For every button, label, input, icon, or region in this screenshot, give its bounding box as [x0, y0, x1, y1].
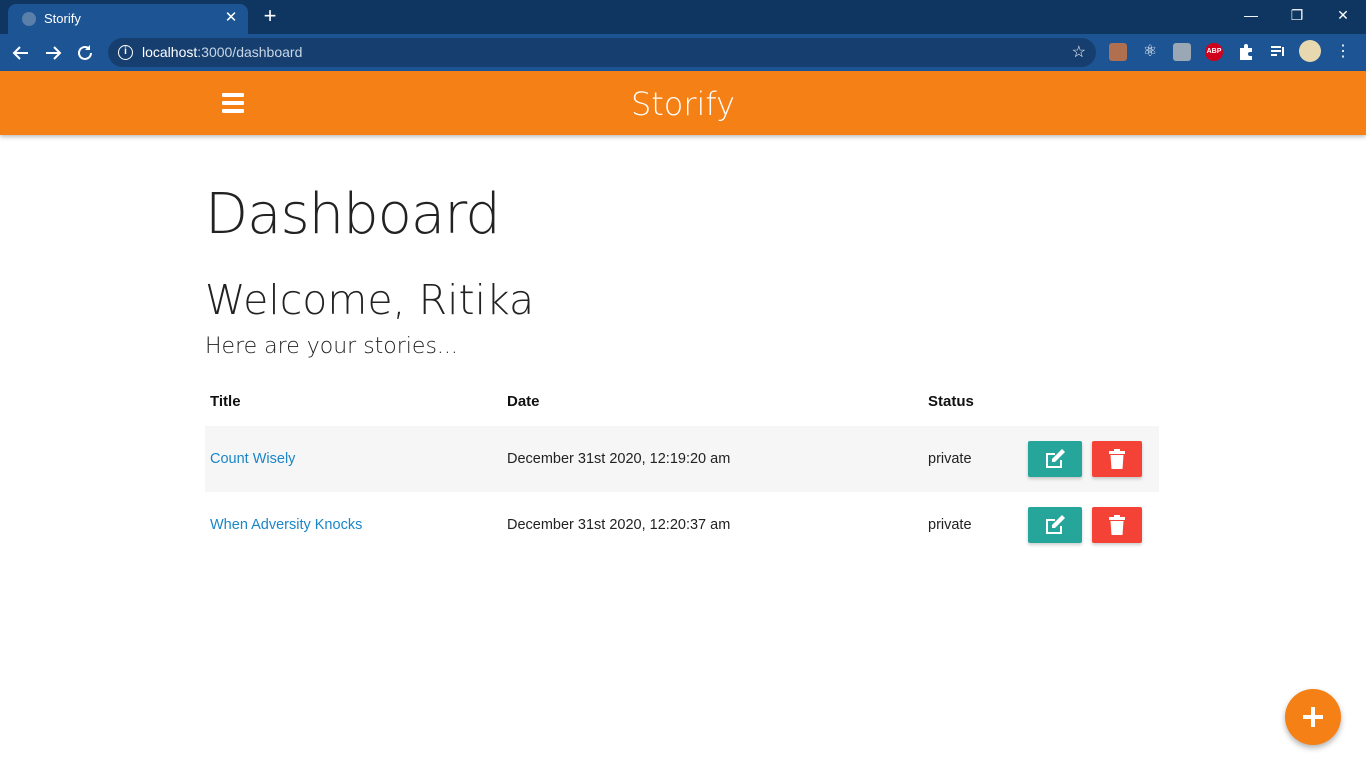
- header-actions: [1023, 376, 1159, 426]
- story-title-cell: When Adversity Knocks: [205, 492, 502, 558]
- reload-icon: [78, 45, 92, 60]
- story-link[interactable]: Count Wisely: [210, 451, 295, 467]
- restore-button[interactable]: ❐: [1274, 0, 1320, 30]
- address-bar[interactable]: i localhost:3000/dashboard ☆: [108, 38, 1096, 67]
- url-host: localhost: [142, 44, 198, 60]
- edit-icon: [1046, 449, 1065, 468]
- playlist-icon[interactable]: [1269, 43, 1287, 61]
- edit-button[interactable]: [1028, 507, 1082, 543]
- story-title-cell: Count Wisely: [205, 426, 502, 492]
- adblock-icon[interactable]: ABP: [1205, 43, 1223, 61]
- extension-icon[interactable]: [1173, 43, 1191, 61]
- back-button[interactable]: [8, 40, 34, 66]
- minimize-button[interactable]: —: [1228, 0, 1274, 30]
- story-actions: [1023, 426, 1159, 492]
- trash-icon: [1109, 515, 1125, 535]
- welcome-heading: Welcome, Ritika: [205, 276, 535, 324]
- table-row: When Adversity Knocks December 31st 2020…: [205, 492, 1159, 558]
- arrow-left-icon: [12, 46, 28, 60]
- plus-icon: [1303, 707, 1323, 727]
- info-icon[interactable]: i: [118, 45, 133, 60]
- browser-tab[interactable]: Storify ✕: [8, 4, 248, 34]
- story-date: December 31st 2020, 12:19:20 am: [507, 451, 731, 467]
- story-actions: [1023, 492, 1159, 558]
- table-header-row: Title Date Status: [205, 376, 1159, 426]
- browser-toolbar: i localhost:3000/dashboard ☆ ⚛ ABP ⋮: [0, 34, 1366, 71]
- story-status: private: [928, 451, 972, 467]
- globe-icon: [22, 12, 36, 26]
- url-text[interactable]: localhost:3000/dashboard: [142, 44, 302, 60]
- table-row: Count Wisely December 31st 2020, 12:19:2…: [205, 426, 1159, 492]
- close-window-button[interactable]: ✕: [1320, 0, 1366, 30]
- more-menu-icon[interactable]: ⋮: [1334, 43, 1352, 61]
- brand-logo[interactable]: Storify: [0, 85, 1366, 123]
- react-devtools-icon[interactable]: ⚛: [1141, 43, 1159, 61]
- stories-table: Title Date Status Count Wisely December …: [205, 376, 1159, 558]
- window-controls: — ❐ ✕: [1228, 0, 1366, 30]
- delete-button[interactable]: [1092, 507, 1142, 543]
- story-date: December 31st 2020, 12:20:37 am: [507, 517, 731, 533]
- edit-button[interactable]: [1028, 441, 1082, 477]
- stories-subtitle: Here are your stories...: [205, 334, 458, 359]
- edit-icon: [1046, 515, 1065, 534]
- avatar[interactable]: [1299, 40, 1321, 62]
- puzzle-icon[interactable]: [1237, 43, 1255, 61]
- reload-button[interactable]: [72, 40, 98, 66]
- new-tab-button[interactable]: +: [258, 5, 282, 29]
- delete-button[interactable]: [1092, 441, 1142, 477]
- bookmark-star-icon[interactable]: ☆: [1072, 42, 1086, 62]
- dashboard-content: Dashboard Welcome, Ritika Here are your …: [205, 180, 1159, 558]
- tab-title: Storify: [44, 11, 81, 26]
- page-title: Dashboard: [205, 182, 501, 247]
- story-status: private: [928, 517, 972, 533]
- url-path: :3000/dashboard: [197, 44, 303, 60]
- tab-close-icon[interactable]: ✕: [222, 9, 240, 27]
- arrow-right-icon: [46, 46, 62, 60]
- add-story-button[interactable]: [1285, 689, 1341, 745]
- story-link[interactable]: When Adversity Knocks: [210, 517, 362, 533]
- header-status: Status: [928, 392, 974, 410]
- extension-icon[interactable]: [1109, 43, 1127, 61]
- header-title: Title: [210, 392, 241, 410]
- trash-icon: [1109, 449, 1125, 469]
- header-date: Date: [507, 392, 540, 410]
- browser-tabbar: Storify ✕ + — ❐ ✕: [0, 0, 1366, 34]
- app-navbar: Storify: [0, 71, 1366, 135]
- forward-button[interactable]: [40, 40, 66, 66]
